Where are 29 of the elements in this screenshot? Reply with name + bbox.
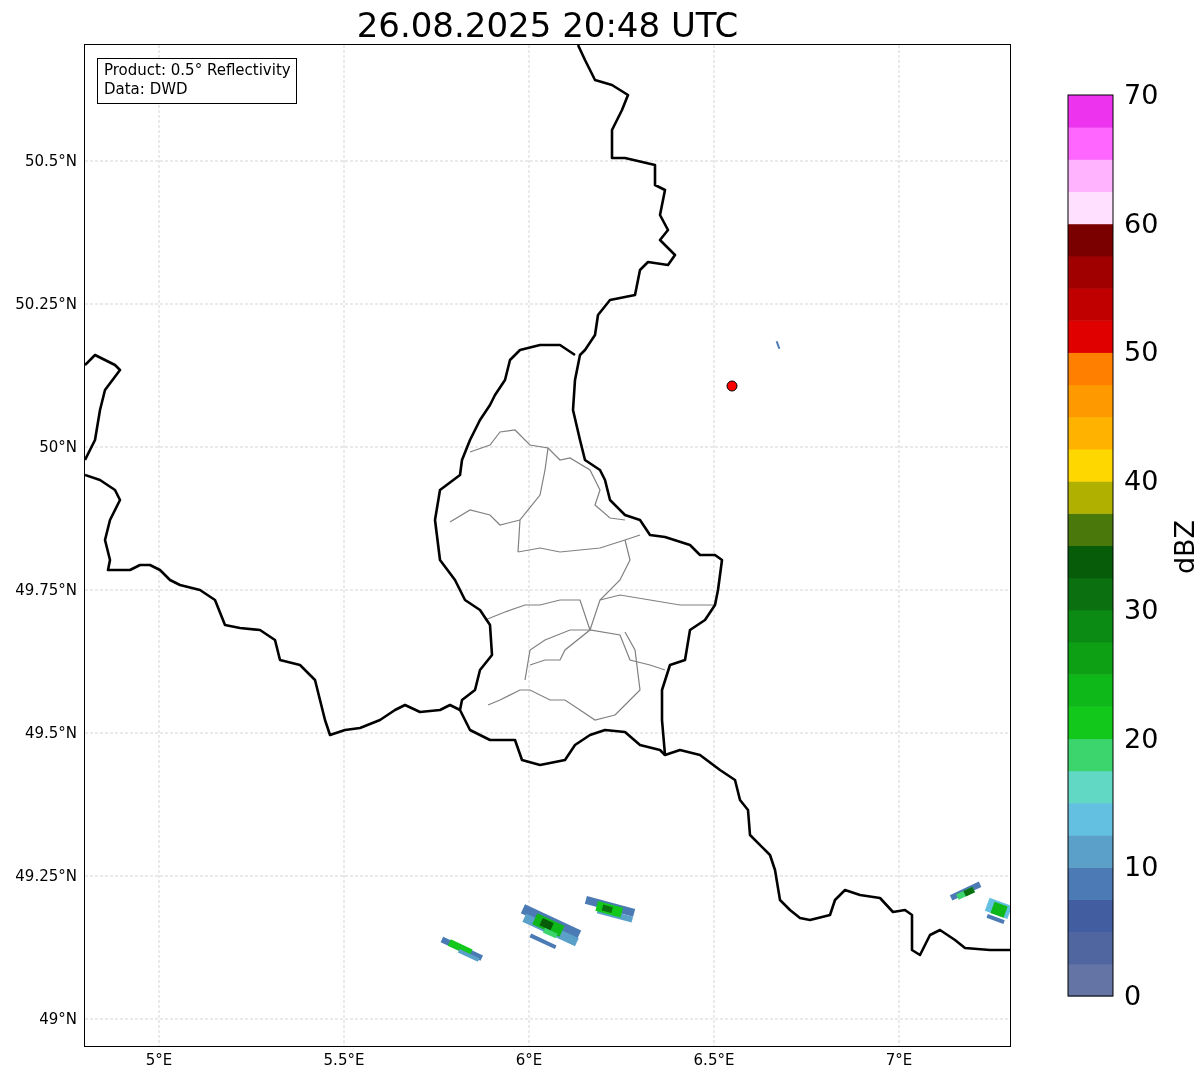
scale-tick-label: 0 (1124, 979, 1142, 1013)
scale-tick-label: 30 (1124, 592, 1159, 627)
latitude-label: 49.5°N (24, 724, 77, 742)
scale-tick-label: 20 (1124, 721, 1159, 756)
latitude-label: 49°N (39, 1010, 77, 1028)
scale-tick-label: 60 (1124, 206, 1159, 241)
longitude-label: 5°E (144, 1051, 174, 1069)
radar-echo (984, 897, 1010, 924)
longitude-label: 7°E (884, 1051, 914, 1069)
figure-title: 26.08.2025 20:48 UTC (355, 4, 740, 46)
scale-title: dBZ (1168, 519, 1202, 575)
scale-tick-label: 70 (1124, 78, 1159, 112)
scale-tick-label: 40 (1124, 464, 1159, 499)
info-text: Data: DWD (104, 80, 189, 99)
info-text: Product: 0.5° Reflectivity (104, 61, 291, 80)
longitude-label: 6.5°E (692, 1051, 736, 1069)
latitude-label: 50.5°N (24, 152, 77, 170)
radar-site-marker (726, 380, 738, 392)
latitude-label: 49.75°N (15, 581, 77, 599)
latitude-label: 49.25°N (15, 867, 77, 885)
scale-tick-label: 50 (1124, 335, 1159, 370)
latitude-label: 50°N (39, 438, 77, 456)
radar-echo (520, 904, 582, 950)
longitude-label: 6°E (514, 1051, 544, 1069)
scale-tick-label: 10 (1124, 850, 1159, 885)
latitude-label: 50.25°N (15, 295, 77, 313)
longitude-label: 5.5°E (322, 1051, 366, 1069)
radar-echo (584, 896, 636, 923)
radar-echo (775, 340, 781, 350)
